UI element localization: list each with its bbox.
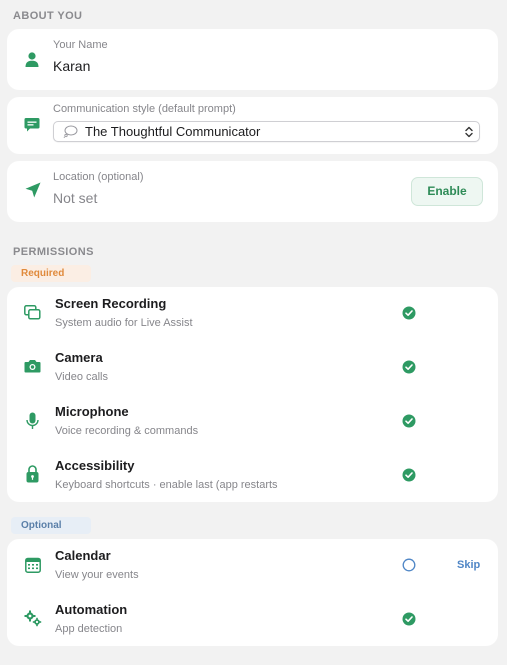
permission-desc: Keyboard shortcuts · enable last (app re… (55, 479, 278, 491)
about-section-title: ABOUT YOU (13, 10, 83, 22)
person-icon (25, 52, 39, 72)
location-value: Not set (53, 190, 98, 206)
name-card[interactable]: Your Name Karan (7, 29, 498, 90)
permission-name: Screen Recording (55, 296, 167, 311)
empty-circle-icon (402, 558, 416, 577)
required-badge: Required (11, 265, 91, 282)
name-label: Your Name (53, 39, 108, 51)
location-card: Location (optional) Not set Enable (7, 161, 498, 222)
location-label: Location (optional) (53, 171, 144, 183)
permissions-section-title: PERMISSIONS (13, 246, 94, 258)
required-permissions-card: Screen Recording System audio for Live A… (7, 287, 498, 502)
permission-name: Automation (55, 602, 128, 617)
permission-row-screen-recording[interactable]: Screen Recording System audio for Live A… (7, 287, 498, 341)
checkmark-circle-icon (402, 306, 416, 325)
screen-recording-icon (24, 305, 41, 325)
microphone-icon (26, 412, 39, 435)
thought-bubble-icon (63, 125, 78, 143)
communication-style-value: The Thoughtful Communicator (85, 124, 261, 139)
permission-name: Camera (55, 350, 103, 365)
name-value[interactable]: Karan (53, 58, 90, 74)
communication-style-select[interactable]: The Thoughtful Communicator (53, 121, 480, 142)
checkmark-circle-icon (402, 414, 416, 433)
communication-style-card: Communication style (default prompt) The… (7, 97, 498, 154)
permission-desc: View your events (55, 569, 139, 581)
location-arrow-icon (25, 182, 41, 203)
chevron-up-down-icon (465, 125, 473, 143)
permission-name: Accessibility (55, 458, 135, 473)
permission-name: Microphone (55, 404, 129, 419)
permission-row-camera[interactable]: Camera Video calls (7, 341, 498, 395)
camera-icon (24, 359, 41, 378)
optional-permissions-card: Calendar View your events Skip Automatio… (7, 539, 498, 646)
checkmark-circle-icon (402, 612, 416, 631)
permission-name: Calendar (55, 548, 111, 563)
permission-row-calendar[interactable]: Calendar View your events Skip (7, 539, 498, 593)
skip-calendar-button[interactable]: Skip (457, 559, 480, 571)
calendar-icon (25, 557, 41, 578)
permission-desc: App detection (55, 623, 123, 635)
permission-row-accessibility[interactable]: Accessibility Keyboard shortcuts · enabl… (7, 449, 498, 503)
checkmark-circle-icon (402, 360, 416, 379)
gears-icon (24, 610, 42, 632)
communication-style-label: Communication style (default prompt) (53, 103, 236, 115)
lock-icon (26, 465, 39, 488)
permission-desc: Voice recording & commands (55, 425, 199, 437)
permission-row-microphone[interactable]: Microphone Voice recording & commands (7, 395, 498, 449)
permission-row-automation[interactable]: Automation App detection (7, 593, 498, 647)
checkmark-circle-icon (402, 468, 416, 487)
permission-desc: Video calls (55, 371, 108, 383)
optional-badge: Optional (11, 517, 91, 534)
permission-desc: System audio for Live Assist (55, 317, 193, 329)
speech-bubble-icon (24, 117, 40, 138)
enable-location-button[interactable]: Enable (411, 177, 483, 206)
